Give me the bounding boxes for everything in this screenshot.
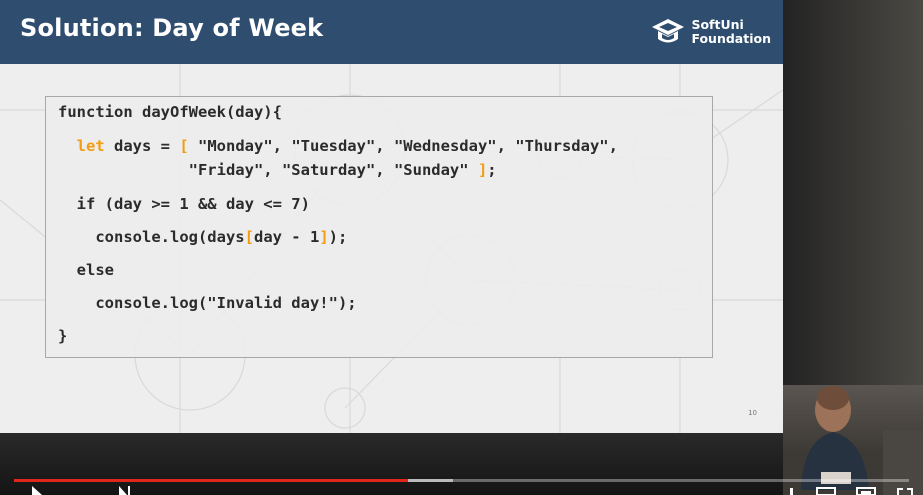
video-progress-bar[interactable]	[14, 479, 909, 482]
brand-line-2: Foundation	[691, 31, 771, 46]
code-bracket: ]	[477, 161, 488, 179]
code-bracket: [	[179, 137, 189, 155]
player-controls	[0, 486, 923, 495]
code-keyword: let	[76, 137, 105, 155]
graduation-cap-icon	[652, 19, 685, 43]
code-text: day - 1	[253, 228, 320, 246]
presenter-webcam	[783, 0, 923, 495]
settings-icon[interactable]	[785, 486, 797, 495]
code-text: else	[58, 261, 114, 279]
brand-logo: SoftUni Foundation	[651, 9, 771, 55]
slide-header: Solution: Day of Week SoftUni Foundation	[0, 0, 783, 64]
play-icon[interactable]	[30, 486, 44, 495]
code-text: "Monday", "Tuesday", "Wednesday", "Thurs…	[188, 137, 618, 155]
fullscreen-icon[interactable]	[895, 486, 915, 495]
code-block: function dayOfWeek(day){ let days = [ "M…	[45, 96, 713, 358]
slide-title: Solution: Day of Week	[20, 14, 324, 42]
code-line: else	[58, 261, 114, 279]
next-icon[interactable]	[118, 486, 132, 495]
code-bracket: [	[244, 228, 254, 246]
miniplayer-icon[interactable]	[815, 486, 837, 495]
code-line: }	[58, 327, 67, 345]
theater-icon[interactable]	[855, 486, 877, 495]
code-line: "Friday", "Saturday", "Sunday" ];	[58, 161, 497, 179]
code-bracket: ]	[319, 228, 329, 246]
code-text: );	[328, 228, 348, 246]
code-line: if (day >= 1 && day <= 7)	[58, 195, 310, 213]
webcam-background	[783, 0, 923, 385]
slide-number: 10	[748, 409, 757, 417]
code-text: console.log(days	[58, 228, 245, 246]
code-text: if (day >= 1 && day <= 7)	[58, 195, 310, 213]
code-text: function dayOfWeek(day){	[58, 103, 282, 121]
code-line: function dayOfWeek(day){	[58, 103, 282, 121]
code-line: console.log("Invalid day!");	[58, 294, 357, 312]
code-line: console.log(days[day - 1]);	[58, 228, 347, 246]
code-text: "Friday", "Saturday", "Sunday"	[58, 161, 478, 179]
code-line: let days = [ "Monday", "Tuesday", "Wedne…	[58, 137, 618, 155]
code-text: ;	[487, 161, 497, 179]
brand-name: SoftUni Foundation	[691, 18, 771, 46]
played-progress	[14, 479, 408, 482]
code-text: days =	[104, 137, 180, 155]
code-text: console.log("Invalid day!");	[58, 294, 357, 312]
brand-line-1: SoftUni	[691, 17, 744, 32]
code-text: }	[58, 327, 68, 345]
slide: Solution: Day of Week SoftUni Foundation…	[0, 0, 783, 433]
presenter-figure	[783, 386, 923, 495]
